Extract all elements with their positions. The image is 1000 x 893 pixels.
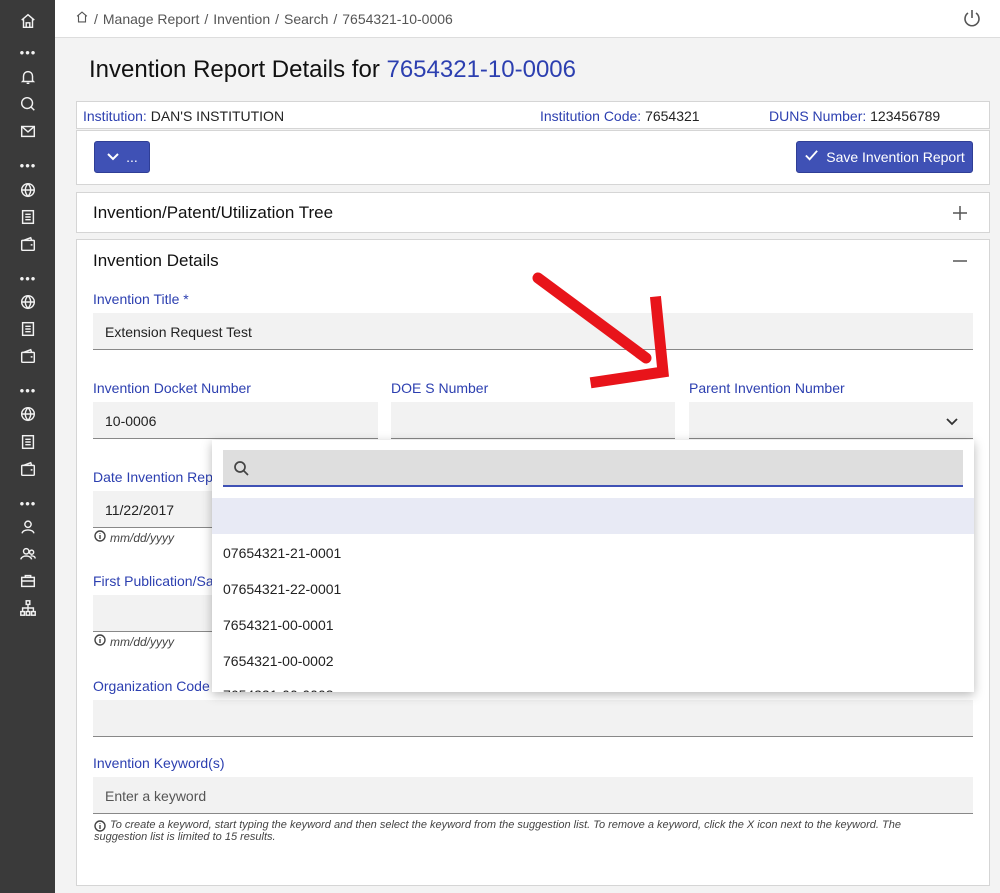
dropdown-option[interactable]: 7654321-00-0002 [223, 653, 334, 669]
invention-keywords-input[interactable]: Enter a keyword [93, 777, 973, 814]
doe-s-number-field[interactable] [391, 402, 675, 439]
users-icon[interactable] [17, 543, 39, 565]
duns-info: DUNS Number: 123456789 [769, 108, 940, 124]
dropdown-option[interactable]: 07654321-22-0001 [223, 581, 341, 597]
institution-code-info: Institution Code: 7654321 [540, 108, 700, 124]
docket-number-label: Invention Docket Number [93, 380, 251, 396]
parent-invention-dropdown: 07654321-21-0001 07654321-22-0001 765432… [212, 440, 974, 692]
invention-title-label: Invention Title * [93, 291, 189, 307]
doe-s-number-label: DOE S Number [391, 380, 489, 396]
breadcrumb-current: 7654321-10-0006 [342, 10, 453, 27]
keywords-hint: To create a keyword, start typing the ke… [94, 819, 964, 843]
plus-icon[interactable] [951, 204, 969, 222]
first-publication-field[interactable] [93, 595, 218, 632]
sidebar: ••• ••• ••• ••• ••• [0, 0, 55, 893]
wallet-icon[interactable] [17, 345, 39, 367]
chevron-down-icon[interactable] [945, 414, 959, 428]
more-icon[interactable]: ••• [17, 159, 39, 172]
document-icon[interactable] [17, 431, 39, 453]
dropdown-option[interactable]: 07654321-21-0001 [223, 545, 341, 561]
power-icon[interactable] [962, 8, 982, 28]
more-icon[interactable]: ••• [17, 497, 39, 510]
globe-icon[interactable] [17, 291, 39, 313]
organization-code-field[interactable] [93, 700, 973, 737]
institution-label: Institution: [83, 108, 147, 124]
user-icon[interactable] [17, 516, 39, 538]
organization-code-label: Organization Code f [93, 678, 218, 694]
date-format-hint-text: mm/dd/yyyy [110, 634, 175, 649]
date-invention-reported-field[interactable]: 11/22/2017 [93, 491, 218, 528]
invention-details-title: Invention Details [93, 251, 219, 270]
page-title-id: 7654321-10-0006 [386, 56, 576, 83]
wallet-icon[interactable] [17, 233, 39, 255]
parent-invention-number-select[interactable] [689, 402, 973, 439]
date-format-hint: mm/dd/yyyy [94, 530, 174, 545]
page-title-prefix: Invention Report Details for [89, 56, 380, 83]
institution-code-label: Institution Code: [540, 108, 642, 124]
top-bar: / Manage Report / Invention / Search / 7… [55, 0, 1000, 38]
home-icon[interactable] [75, 10, 89, 27]
wallet-icon[interactable] [17, 458, 39, 480]
dropdown-option-blank[interactable] [212, 498, 974, 534]
more-icon[interactable]: ••• [17, 272, 39, 285]
mail-icon[interactable] [17, 120, 39, 142]
parent-invention-number-label: Parent Invention Number [689, 380, 845, 396]
institution-info-bar: Institution: DAN'S INSTITUTION Instituti… [76, 101, 990, 129]
more-icon[interactable]: ••• [17, 384, 39, 397]
date-invention-reported-label: Date Invention Repo [93, 469, 221, 485]
org-chart-icon[interactable] [17, 597, 39, 619]
annotation-arrow-icon [532, 272, 669, 389]
keywords-hint-line-2: suggestion list is limited to 15 results… [94, 831, 276, 843]
globe-icon[interactable] [17, 179, 39, 201]
minus-icon[interactable] [951, 252, 969, 270]
bell-icon[interactable] [17, 66, 39, 88]
actions-menu-button[interactable]: ... [94, 141, 150, 173]
save-button-label: Save Invention Report [826, 149, 965, 165]
more-icon[interactable]: ••• [17, 46, 39, 59]
keywords-hint-line-1: To create a keyword, start typing the ke… [110, 819, 901, 831]
date-format-hint: mm/dd/yyyy [94, 634, 174, 649]
actions-menu-label: ... [126, 149, 138, 165]
page-title: Invention Report Details for 7654321-10-… [89, 56, 576, 84]
document-icon[interactable] [17, 318, 39, 340]
breadcrumb: / Manage Report / Invention / Search / 7… [75, 10, 453, 27]
tree-panel-title: Invention/Patent/Utilization Tree [93, 203, 334, 222]
dropdown-search-box[interactable] [223, 450, 963, 487]
home-icon[interactable] [17, 10, 39, 32]
first-publication-label: First Publication/Sa [93, 573, 214, 589]
info-icon [94, 634, 106, 649]
date-format-hint-text: mm/dd/yyyy [110, 530, 175, 545]
institution-value: DAN'S INSTITUTION [150, 108, 285, 124]
info-icon [94, 530, 106, 545]
toolbar: ... Save Invention Report [76, 130, 990, 185]
dropdown-option[interactable]: 7654321-00-0001 [223, 617, 334, 633]
checkmark-icon [804, 148, 819, 166]
document-icon[interactable] [17, 206, 39, 228]
chat-search-icon[interactable] [17, 93, 39, 115]
breadcrumb-invention[interactable]: Invention [213, 11, 270, 27]
breadcrumb-manage-report[interactable]: Manage Report [103, 11, 200, 27]
briefcase-icon[interactable] [17, 570, 39, 592]
chevron-down-icon [106, 149, 120, 166]
duns-value: 123456789 [870, 108, 941, 124]
breadcrumb-search[interactable]: Search [284, 11, 328, 27]
tree-panel[interactable]: Invention/Patent/Utilization Tree [76, 192, 990, 233]
dropdown-option[interactable]: 7654321-00-0003 [223, 687, 334, 692]
globe-icon[interactable] [17, 403, 39, 425]
invention-keywords-label: Invention Keyword(s) [93, 755, 225, 771]
duns-label: DUNS Number: [769, 108, 867, 124]
institution-info: Institution: DAN'S INSTITUTION [83, 108, 284, 124]
docket-number-field[interactable]: 10-0006 [93, 402, 378, 439]
institution-code-value: 7654321 [645, 108, 700, 124]
dropdown-search-input[interactable] [257, 454, 947, 482]
save-invention-report-button[interactable]: Save Invention Report [796, 141, 973, 173]
